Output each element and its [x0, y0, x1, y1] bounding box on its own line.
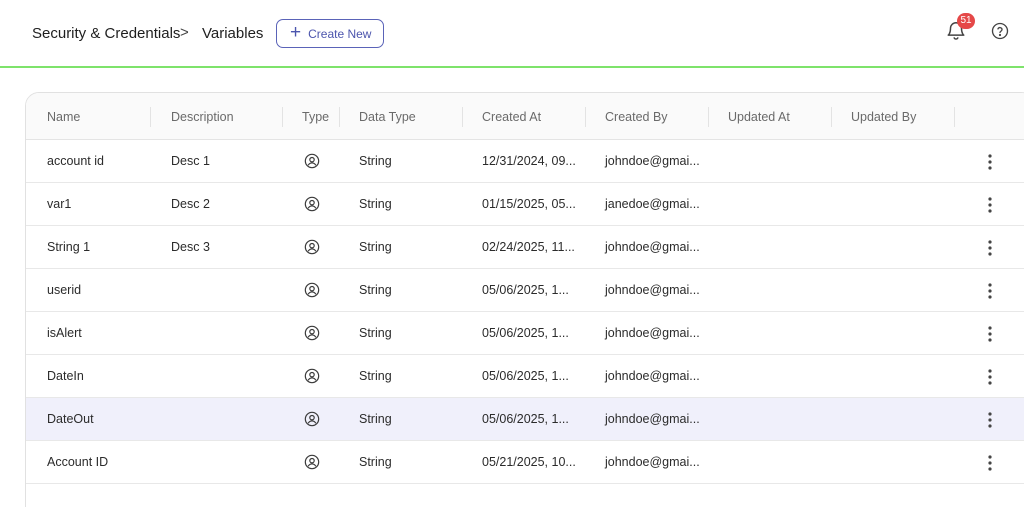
table-row[interactable]: DateOut String 05/06/2025, 1... johndoe@gma… — [26, 398, 1024, 441]
cell-data-type: String — [359, 455, 392, 469]
cell-created-by: johndoe@gmai... — [605, 326, 700, 340]
cell-created-at: 02/24/2025, 11... — [482, 240, 575, 254]
cell-description: Desc 1 — [171, 154, 210, 168]
user-circle-icon — [304, 196, 320, 212]
cell-created-by: janedoe@gmai... — [605, 197, 700, 211]
cell-created-at: 05/21/2025, 10... — [482, 455, 576, 469]
cell-name: userid — [47, 283, 82, 297]
table-row[interactable]: isAlert String 05/06/2025, 1... johndoe@gma… — [26, 312, 1024, 355]
create-new-button[interactable]: + Create New — [276, 19, 384, 48]
user-circle-icon — [304, 368, 320, 384]
cell-created-at: 05/06/2025, 1... — [482, 369, 569, 383]
more-vertical-icon[interactable] — [985, 368, 995, 386]
more-vertical-icon[interactable] — [985, 196, 995, 214]
cell-created-by: johndoe@gmai... — [605, 283, 700, 297]
more-vertical-icon[interactable] — [985, 239, 995, 257]
more-vertical-icon[interactable] — [985, 325, 995, 343]
cell-created-by: johndoe@gmai... — [605, 154, 700, 168]
cell-data-type: String — [359, 412, 392, 426]
cell-created-by: johndoe@gmai... — [605, 240, 700, 254]
cell-name: DateOut — [47, 412, 94, 426]
cell-data-type: String — [359, 154, 392, 168]
user-circle-icon — [304, 282, 320, 298]
notification-count-badge: 51 — [957, 13, 975, 29]
cell-data-type: String — [359, 326, 392, 340]
column-divider[interactable] — [462, 107, 463, 127]
more-vertical-icon[interactable] — [985, 411, 995, 429]
column-divider[interactable] — [708, 107, 709, 127]
table-row[interactable]: userid String 05/06/2025, 1... johndoe@gmai… — [26, 269, 1024, 312]
cell-data-type: String — [359, 240, 392, 254]
user-circle-icon — [304, 454, 320, 470]
table-row[interactable]: DateIn String 05/06/2025, 1... johndoe@gmai… — [26, 355, 1024, 398]
cell-name: DateIn — [47, 369, 84, 383]
cell-created-at: 12/31/2024, 09... — [482, 154, 576, 168]
breadcrumb-security-credentials[interactable]: Security & Credentials — [32, 25, 180, 42]
cell-created-at: 05/06/2025, 1... — [482, 326, 569, 340]
cell-data-type: String — [359, 283, 392, 297]
page-header: Security & Credentials > Variables + Cre… — [0, 0, 1024, 68]
column-header-type[interactable]: Type — [302, 110, 329, 124]
user-circle-icon — [304, 411, 320, 427]
help-circle-icon[interactable] — [991, 22, 1009, 40]
cell-created-at: 05/06/2025, 1... — [482, 412, 569, 426]
cell-description: Desc 3 — [171, 240, 210, 254]
table-row[interactable]: var1 Desc 2 String 01/15/2025, 05... janedoe… — [26, 183, 1024, 226]
user-circle-icon — [304, 239, 320, 255]
cell-description: Desc 2 — [171, 197, 210, 211]
cell-data-type: String — [359, 369, 392, 383]
cell-created-by: johndoe@gmai... — [605, 455, 700, 469]
variables-table: Name Description Type Data Type Created … — [25, 92, 1024, 507]
column-header-created-by[interactable]: Created By — [605, 110, 668, 124]
breadcrumb-separator: > — [180, 24, 189, 41]
cell-created-at: 01/15/2025, 05... — [482, 197, 576, 211]
column-divider[interactable] — [585, 107, 586, 127]
column-header-updated-by[interactable]: Updated By — [851, 110, 916, 124]
column-header-created-at[interactable]: Created At — [482, 110, 541, 124]
more-vertical-icon[interactable] — [985, 153, 995, 171]
column-divider[interactable] — [831, 107, 832, 127]
cell-created-at: 05/06/2025, 1... — [482, 283, 569, 297]
table-header: Name Description Type Data Type Created … — [26, 93, 1024, 140]
more-vertical-icon[interactable] — [985, 282, 995, 300]
column-header-updated-at[interactable]: Updated At — [728, 110, 790, 124]
table-row[interactable]: String 1 Desc 3 String 02/24/2025, 11... joh… — [26, 226, 1024, 269]
column-divider[interactable] — [282, 107, 283, 127]
column-header-name[interactable]: Name — [47, 110, 80, 124]
cell-name: account id — [47, 154, 104, 168]
column-header-description[interactable]: Description — [171, 110, 234, 124]
breadcrumb-variables: Variables — [202, 25, 264, 42]
user-circle-icon — [304, 153, 320, 169]
cell-name: Account ID — [47, 455, 109, 469]
table-row[interactable]: Account ID String 05/21/2025, 10... johndoe… — [26, 441, 1024, 484]
cell-name: String 1 — [47, 240, 91, 254]
cell-created-by: johndoe@gmai... — [605, 412, 700, 426]
column-divider[interactable] — [339, 107, 340, 127]
cell-created-by: johndoe@gmai... — [605, 369, 700, 383]
column-header-data-type[interactable]: Data Type — [359, 110, 416, 124]
cell-name: isAlert — [47, 326, 82, 340]
plus-icon: + — [290, 22, 302, 43]
more-vertical-icon[interactable] — [985, 454, 995, 472]
create-new-label: Create New — [308, 26, 372, 41]
column-divider[interactable] — [150, 107, 151, 127]
column-divider[interactable] — [954, 107, 955, 127]
cell-name: var1 — [47, 197, 72, 211]
cell-data-type: String — [359, 197, 392, 211]
table-row[interactable]: account id Desc 1 String 12/31/2024, 09... j… — [26, 140, 1024, 183]
user-circle-icon — [304, 325, 320, 341]
